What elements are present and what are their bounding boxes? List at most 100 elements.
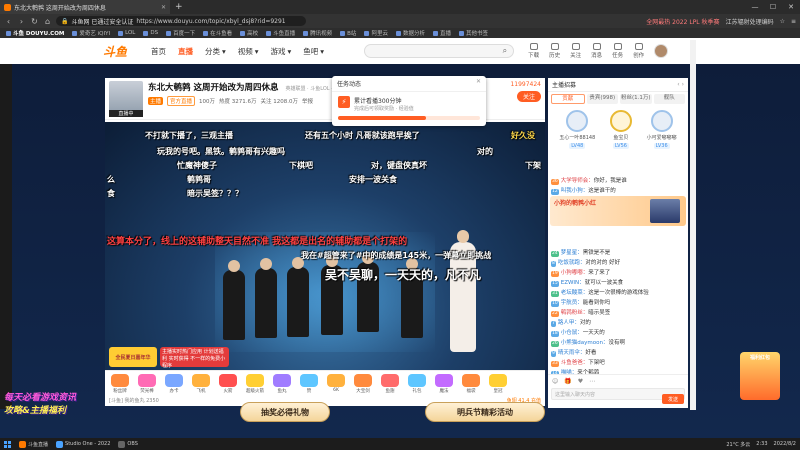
gift-item[interactable]: 6K bbox=[325, 374, 347, 394]
red-packet-widget[interactable]: 福利红包 bbox=[740, 352, 780, 400]
gift-item[interactable]: 礼包 bbox=[406, 374, 428, 394]
taskbar-app[interactable]: OBS bbox=[118, 440, 138, 448]
anchor-avatar[interactable]: 直播中 bbox=[109, 81, 143, 117]
gift-item[interactable]: 办卡 bbox=[163, 374, 185, 394]
back-icon[interactable]: ‹ bbox=[4, 17, 13, 26]
chat-username[interactable]: 路人甲： bbox=[558, 320, 580, 326]
search-input[interactable]: ⌕ bbox=[364, 44, 515, 58]
gift-item[interactable]: 鱼翅 bbox=[379, 374, 401, 394]
nav-item[interactable]: 游戏 ▾ bbox=[271, 46, 292, 57]
bookmark-item[interactable]: 在斗鱼看 bbox=[203, 29, 232, 37]
chat-username[interactable]: 鹌鹑粉丝： bbox=[561, 310, 589, 316]
side-tab[interactable]: 舰队 bbox=[653, 94, 685, 104]
nav-item[interactable]: 鱼吧 ▾ bbox=[303, 46, 324, 57]
browser-tab[interactable]: 东北大鹌鹑 这周开始改为周四休息 ✕ bbox=[0, 0, 170, 14]
bookmark-item[interactable]: DS bbox=[143, 30, 158, 36]
user-toolbar-item[interactable]: 下载 bbox=[528, 43, 539, 59]
room-meta-item[interactable]: 举报 bbox=[302, 97, 313, 105]
chat-username[interactable]: 小狗嘟嘟： bbox=[561, 270, 589, 276]
weather-text[interactable]: 21°C 多云 bbox=[726, 441, 750, 448]
nav-item[interactable]: 首页 bbox=[151, 46, 166, 57]
chat-username[interactable]: EZWIN： bbox=[561, 280, 585, 286]
gift-item[interactable]: 大宝剑 bbox=[352, 374, 374, 394]
side-tab[interactable]: 贵宾(998) bbox=[586, 94, 618, 104]
clock-time[interactable]: 2:33 bbox=[756, 441, 767, 448]
emoji-icon[interactable]: ☺ bbox=[552, 378, 558, 385]
bookmark-item[interactable]: 直播 bbox=[432, 29, 451, 37]
lottery-button[interactable]: 抽奖必得礼物 bbox=[240, 402, 330, 422]
bookmark-item[interactable]: 其他书签 bbox=[458, 29, 488, 37]
taskbar-app[interactable]: 斗鱼直播 bbox=[19, 440, 48, 448]
bookmark-item[interactable]: 数据分析 bbox=[395, 29, 425, 37]
side-tab[interactable]: 粉丝(1.1万) bbox=[620, 94, 652, 104]
rank-user[interactable]: 鱼宝贝 LV56 bbox=[609, 110, 632, 149]
chat-username[interactable]: 斗鱼爸爸： bbox=[561, 360, 589, 366]
chat-username[interactable]: 小仓鼠： bbox=[561, 330, 583, 336]
chat-username[interactable]: 晴天雨伞： bbox=[558, 350, 586, 356]
chat-username[interactable]: 大学导师会： bbox=[561, 178, 594, 184]
url-input[interactable]: 🔒 斗鱼网 已通过安全认证 https://www.douyu.com/topi… bbox=[56, 16, 306, 26]
nav-item[interactable]: 视频 ▾ bbox=[238, 46, 259, 57]
side-tab[interactable]: 贡献 bbox=[551, 94, 585, 104]
video-ad-right[interactable]: 主播实时热门应用 计划送福利 实时获得 不一样的免费小程序 bbox=[160, 347, 229, 369]
gift-item[interactable]: 皇冠 bbox=[487, 374, 509, 394]
collapse-arrows-icon[interactable]: ‹ › bbox=[677, 81, 684, 88]
bookmark-item[interactable]: 爱奇艺 iQIYI bbox=[72, 29, 110, 37]
user-toolbar-item[interactable]: 关注 bbox=[570, 43, 581, 59]
hot-search-link[interactable]: 全网最热 2022 LPL 秋季赛 bbox=[646, 17, 719, 26]
chat-username[interactable]: 小熊猫daymoon： bbox=[561, 340, 609, 346]
fan-badge-icon[interactable]: ♥ bbox=[578, 378, 583, 385]
maximize-icon[interactable]: ☐ bbox=[764, 3, 782, 11]
gift-icon[interactable]: 🎁 bbox=[564, 378, 571, 385]
chat-username[interactable]: 宇航员： bbox=[561, 300, 583, 306]
user-avatar[interactable] bbox=[654, 44, 669, 58]
bookmark-item[interactable]: LOL bbox=[118, 30, 135, 36]
bookmark-item[interactable]: 斗鱼 DOUYU.COM bbox=[6, 29, 64, 37]
gift-item[interactable]: 火箭 bbox=[217, 374, 239, 394]
taskbar-app[interactable]: Studio One - 2022 bbox=[56, 440, 110, 448]
video-player[interactable]: 全民夏日嘉年华 主播实时热门应用 计划送福利 实时获得 不一样的免费小程序 不打… bbox=[105, 122, 545, 370]
gift-item[interactable]: 鱼丸 bbox=[271, 374, 293, 394]
user-toolbar-item[interactable]: 历史 bbox=[549, 43, 560, 59]
menu-icon[interactable]: ≡ bbox=[791, 18, 796, 25]
forward-icon[interactable]: › bbox=[17, 17, 26, 26]
refresh-icon[interactable]: ↻ bbox=[30, 17, 39, 26]
recruit-link[interactable]: 主播招募 bbox=[552, 80, 576, 89]
bookmark-item[interactable]: 高校 bbox=[240, 29, 258, 37]
close-tab-icon[interactable]: ✕ bbox=[161, 4, 166, 11]
bookmark-item[interactable]: 腾讯视频 bbox=[303, 29, 332, 37]
bookmark-item[interactable]: 阿里云 bbox=[364, 29, 388, 37]
event-button[interactable]: 明兵节精彩活动 bbox=[425, 402, 545, 422]
star-icon[interactable]: ☆ bbox=[780, 18, 785, 25]
search-engine-link[interactable]: 江苏辐射处理编码 bbox=[726, 17, 774, 26]
send-button[interactable]: 发送 bbox=[662, 394, 684, 404]
search-icon[interactable]: ⌕ bbox=[503, 46, 507, 56]
gift-item[interactable]: 荧光棒 bbox=[136, 374, 158, 394]
clock-date[interactable]: 2022/8/2 bbox=[774, 441, 796, 448]
gift-item[interactable]: 飞机 bbox=[190, 374, 212, 394]
windows-start-icon[interactable] bbox=[4, 440, 11, 448]
side-banner[interactable]: 小狗的鹌鹑小红 bbox=[550, 196, 686, 226]
rank-user[interactable]: 小可爱嘟嘟嘟 LV36 bbox=[647, 110, 677, 149]
gift-item[interactable]: 超级火箭 bbox=[244, 374, 266, 394]
minimize-icon[interactable]: — bbox=[746, 3, 764, 11]
chat-username[interactable]: 老坛酸菜： bbox=[561, 290, 589, 296]
douyu-logo[interactable]: 斗鱼 bbox=[95, 38, 135, 64]
video-ad[interactable]: 全民夏日嘉年华 主播实时热门应用 计划送福利 实时获得 不一样的免费小程序 bbox=[109, 347, 229, 369]
user-toolbar-item[interactable]: 任务 bbox=[612, 43, 623, 59]
user-toolbar-item[interactable]: 消息 bbox=[591, 43, 602, 59]
close-icon[interactable]: ✕ bbox=[476, 78, 481, 85]
close-window-icon[interactable]: ✕ bbox=[782, 3, 800, 11]
video-ad-left[interactable]: 全民夏日嘉年华 bbox=[109, 347, 157, 367]
promo-banner[interactable]: 每天必看游戏资讯 攻略&主播福利 bbox=[4, 390, 114, 432]
gift-item[interactable]: 赞 bbox=[298, 374, 320, 394]
home-icon[interactable]: ⌂ bbox=[43, 17, 52, 26]
nav-item[interactable]: 直播 bbox=[178, 46, 193, 57]
bookmark-item[interactable]: B站 bbox=[340, 29, 356, 37]
bookmark-item[interactable]: 斗鱼直播 bbox=[266, 29, 295, 37]
scrollbar[interactable] bbox=[690, 40, 696, 410]
chat-username[interactable]: 叫我小狗： bbox=[561, 188, 589, 194]
gift-item[interactable]: 福袋 bbox=[460, 374, 482, 394]
more-icon[interactable]: ⋯ bbox=[589, 378, 595, 385]
gift-item[interactable]: 魔法 bbox=[433, 374, 455, 394]
